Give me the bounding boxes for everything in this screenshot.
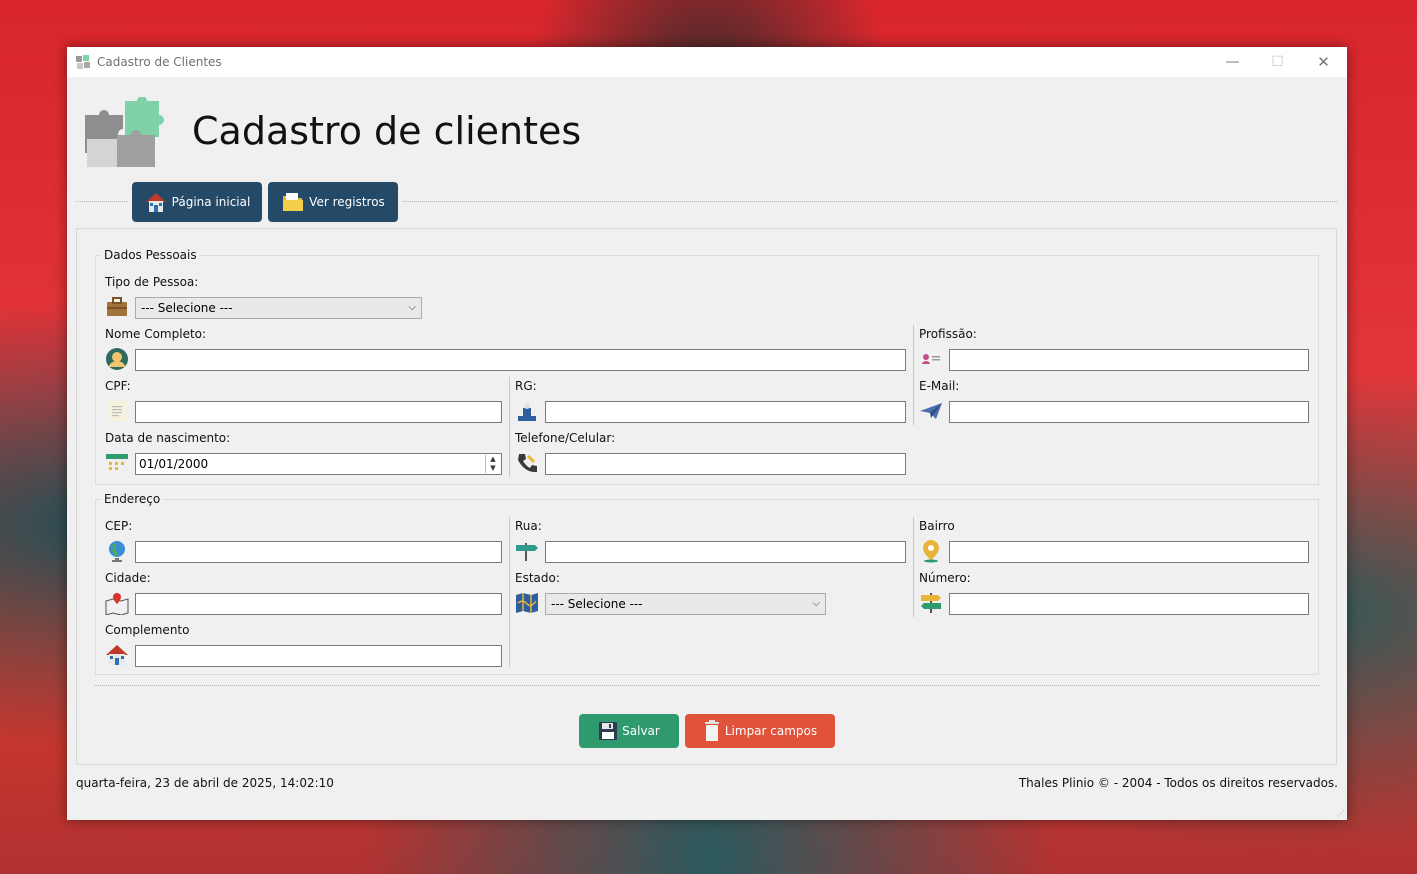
- birth-date-label: Data de nascimento:: [105, 431, 231, 445]
- cep-input[interactable]: [135, 541, 502, 563]
- stamp-icon: [518, 403, 536, 421]
- state-label: Estado:: [515, 571, 560, 585]
- cep-label: CEP:: [105, 519, 133, 533]
- page-title: Cadastro de clientes: [192, 109, 582, 153]
- save-button-label: Salvar: [622, 724, 660, 738]
- home-icon: [106, 645, 128, 665]
- rg-input[interactable]: [545, 401, 906, 423]
- user-avatar-icon: [106, 348, 128, 370]
- birth-date-input[interactable]: 01/01/2000 ▲ ▼: [135, 453, 502, 475]
- briefcase-icon: [107, 297, 127, 316]
- minimize-button[interactable]: —: [1210, 47, 1255, 77]
- city-map-icon: [105, 593, 129, 615]
- paper-plane-icon: [920, 403, 942, 419]
- header-divider-right: [403, 201, 1337, 202]
- floppy-disk-icon: [599, 722, 618, 740]
- personal-data-legend: Dados Pessoais: [101, 248, 200, 262]
- person-type-value: --- Selecione ---: [141, 301, 233, 315]
- clear-fields-button-label: Limpar campos: [724, 724, 818, 738]
- city-label: Cidade:: [105, 571, 151, 585]
- form-divider: [95, 685, 1319, 686]
- title-bar: Cadastro de Clientes — ☐ ✕: [67, 47, 1347, 77]
- rg-label: RG:: [515, 379, 537, 393]
- birth-date-value: 01/01/2000: [139, 457, 209, 471]
- complement-label: Complemento: [105, 623, 190, 637]
- phone-label: Telefone/Celular:: [515, 431, 616, 445]
- chevron-down-icon: ⌵: [812, 598, 820, 609]
- view-records-button[interactable]: Ver registros: [268, 182, 398, 222]
- signpost-icon: [921, 593, 941, 613]
- id-card-icon: [920, 352, 942, 366]
- home-button-label: Página inicial: [171, 195, 251, 209]
- neighborhood-input[interactable]: [949, 541, 1309, 563]
- close-button[interactable]: ✕: [1301, 47, 1346, 77]
- cpf-label: CPF:: [105, 379, 131, 393]
- save-button[interactable]: Salvar: [579, 714, 679, 748]
- puzzle-app-icon: [76, 55, 90, 69]
- column-separator: [913, 569, 914, 617]
- phone-input[interactable]: [545, 453, 906, 475]
- document-icon: [109, 401, 125, 421]
- profession-input[interactable]: [949, 349, 1309, 371]
- address-legend: Endereço: [101, 492, 164, 506]
- person-type-select[interactable]: --- Selecione --- ⌵: [135, 297, 422, 319]
- resize-grip-icon[interactable]: ⋰: [1337, 809, 1345, 818]
- header-divider-left: [76, 201, 127, 202]
- date-spinner[interactable]: ▲ ▼: [485, 455, 500, 473]
- person-type-label: Tipo de Pessoa:: [105, 275, 199, 289]
- neighborhood-label: Bairro: [919, 519, 955, 533]
- street-input[interactable]: [545, 541, 906, 563]
- number-input[interactable]: [949, 593, 1309, 615]
- street-label: Rua:: [515, 519, 542, 533]
- cpf-input[interactable]: [135, 401, 502, 423]
- house-icon: [145, 193, 166, 212]
- state-select[interactable]: --- Selecione --- ⌵: [545, 593, 826, 615]
- phone-icon: [518, 454, 537, 473]
- map-pin-icon: [923, 540, 939, 563]
- trash-icon: [704, 720, 719, 741]
- folded-map-icon: [516, 593, 538, 613]
- full-name-label: Nome Completo:: [105, 327, 207, 341]
- maximize-button[interactable]: ☐: [1255, 47, 1300, 77]
- calendar-icon: [106, 454, 128, 473]
- puzzle-logo-icon: [85, 97, 164, 167]
- folder-icon: [283, 193, 304, 211]
- street-sign-icon: [516, 543, 538, 561]
- profession-label: Profissão:: [919, 327, 977, 341]
- column-separator: [913, 325, 914, 425]
- window-title: Cadastro de Clientes: [97, 55, 222, 69]
- complement-input[interactable]: [135, 645, 502, 667]
- view-records-button-label: Ver registros: [309, 195, 385, 209]
- city-input[interactable]: [135, 593, 502, 615]
- email-label: E-Mail:: [919, 379, 960, 393]
- status-copyright: Thales Plinio © - 2004 - Todos os direit…: [1018, 776, 1338, 790]
- home-button[interactable]: Página inicial: [132, 182, 262, 222]
- chevron-down-icon: ⌵: [408, 302, 416, 313]
- number-label: Número:: [919, 571, 971, 585]
- clear-fields-button[interactable]: Limpar campos: [685, 714, 835, 748]
- column-separator: [509, 377, 510, 477]
- email-input[interactable]: [949, 401, 1309, 423]
- column-separator: [509, 517, 510, 667]
- status-datetime: quarta-feira, 23 de abril de 2025, 14:02…: [76, 776, 334, 790]
- app-window: Cadastro de Clientes — ☐ ✕ Cadastro de c…: [67, 47, 1347, 820]
- state-value: --- Selecione ---: [551, 597, 643, 611]
- spin-down-icon[interactable]: ▼: [486, 464, 500, 473]
- full-name-input[interactable]: [135, 349, 906, 371]
- spin-up-icon[interactable]: ▲: [486, 455, 500, 464]
- globe-icon: [109, 541, 125, 562]
- form-panel: Dados Pessoais Tipo de Pessoa: --- Selec…: [76, 228, 1337, 765]
